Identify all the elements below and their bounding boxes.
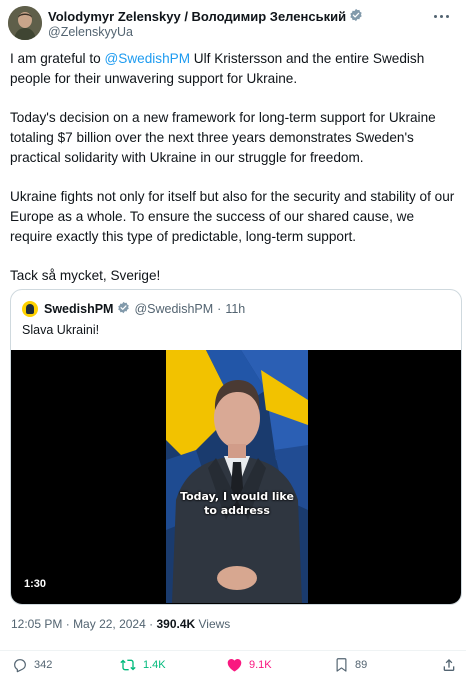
tweet-time[interactable]: 12:05 PM xyxy=(11,617,62,631)
quote-author-name: SwedishPM xyxy=(44,302,114,316)
mention-link[interactable]: @SwedishPM xyxy=(104,51,190,66)
tweet-text: I am grateful to @SwedishPM Ulf Kristers… xyxy=(10,49,460,305)
like-button[interactable]: 9.1K xyxy=(226,657,272,673)
tweet-intro: I am grateful to xyxy=(10,51,105,66)
repost-button[interactable]: 1.4K xyxy=(119,657,166,673)
tweet-date[interactable]: May 22, 2024 xyxy=(73,617,146,631)
author-name-row: Volodymyr Zelenskyy / Володимир Зеленськ… xyxy=(48,8,363,25)
bookmark-count: 89 xyxy=(355,659,368,671)
tweet-paragraph-3: Ukraine fights not only for itself but a… xyxy=(10,189,455,244)
caption-line-2: to address xyxy=(204,504,270,517)
quote-text: Slava Ukraini! xyxy=(22,323,100,337)
quote-separator: · xyxy=(217,302,222,316)
quote-time: 11h xyxy=(225,302,246,316)
views-label: Views xyxy=(195,617,231,631)
reply-button[interactable]: 342 xyxy=(12,657,52,673)
author-handle[interactable]: @ZelenskyyUa xyxy=(48,25,133,39)
repost-icon xyxy=(119,657,137,673)
video-frame: Today, I would like to address xyxy=(166,350,308,603)
share-button[interactable] xyxy=(441,657,457,673)
author-name[interactable]: Volodymyr Zelenskyy / Володимир Зеленськ… xyxy=(48,9,346,24)
meta-separator-2: · xyxy=(149,617,154,631)
tweet-meta: 12:05 PM · May 22, 2024 · 390.4K Views xyxy=(11,617,230,631)
verified-icon xyxy=(117,301,130,317)
verified-icon xyxy=(349,8,363,25)
quote-author-handle: @SwedishPM xyxy=(134,302,214,316)
action-bar: 342 1.4K 9.1K 89 xyxy=(0,650,466,676)
views-count: 390.4K xyxy=(156,617,196,631)
reply-count: 342 xyxy=(34,659,53,671)
tweet-paragraph-4: Tack så mycket, Sverige! xyxy=(10,268,161,283)
video-player[interactable]: Today, I would like to address 1:30 xyxy=(11,350,461,604)
tweet-paragraph-2: Today's decision on a new framework for … xyxy=(10,110,436,165)
quoted-tweet[interactable]: SwedishPM @SwedishPM · 11h Slava Ukraini… xyxy=(10,289,462,605)
bookmark-icon xyxy=(334,657,349,673)
caption-line-1: Today, I would like xyxy=(180,490,294,503)
like-count: 9.1K xyxy=(249,659,272,671)
video-duration: 1:30 xyxy=(24,578,47,590)
video-caption: Today, I would like to address xyxy=(166,490,308,518)
quote-header: SwedishPM @SwedishPM · 11h xyxy=(22,301,245,317)
tweet-paragraph-1: I am grateful to @SwedishPM Ulf Kristers… xyxy=(10,49,460,89)
author-avatar[interactable] xyxy=(8,6,42,40)
reply-icon xyxy=(12,657,28,673)
meta-separator: · xyxy=(65,617,70,631)
quote-avatar xyxy=(22,301,38,317)
like-icon xyxy=(226,657,243,673)
repost-count: 1.4K xyxy=(143,659,166,671)
tweet-header: Volodymyr Zelenskyy / Володимир Зеленськ… xyxy=(8,4,458,40)
more-icon[interactable] xyxy=(430,8,452,24)
bookmark-button[interactable]: 89 xyxy=(334,657,367,673)
share-icon xyxy=(441,657,457,673)
